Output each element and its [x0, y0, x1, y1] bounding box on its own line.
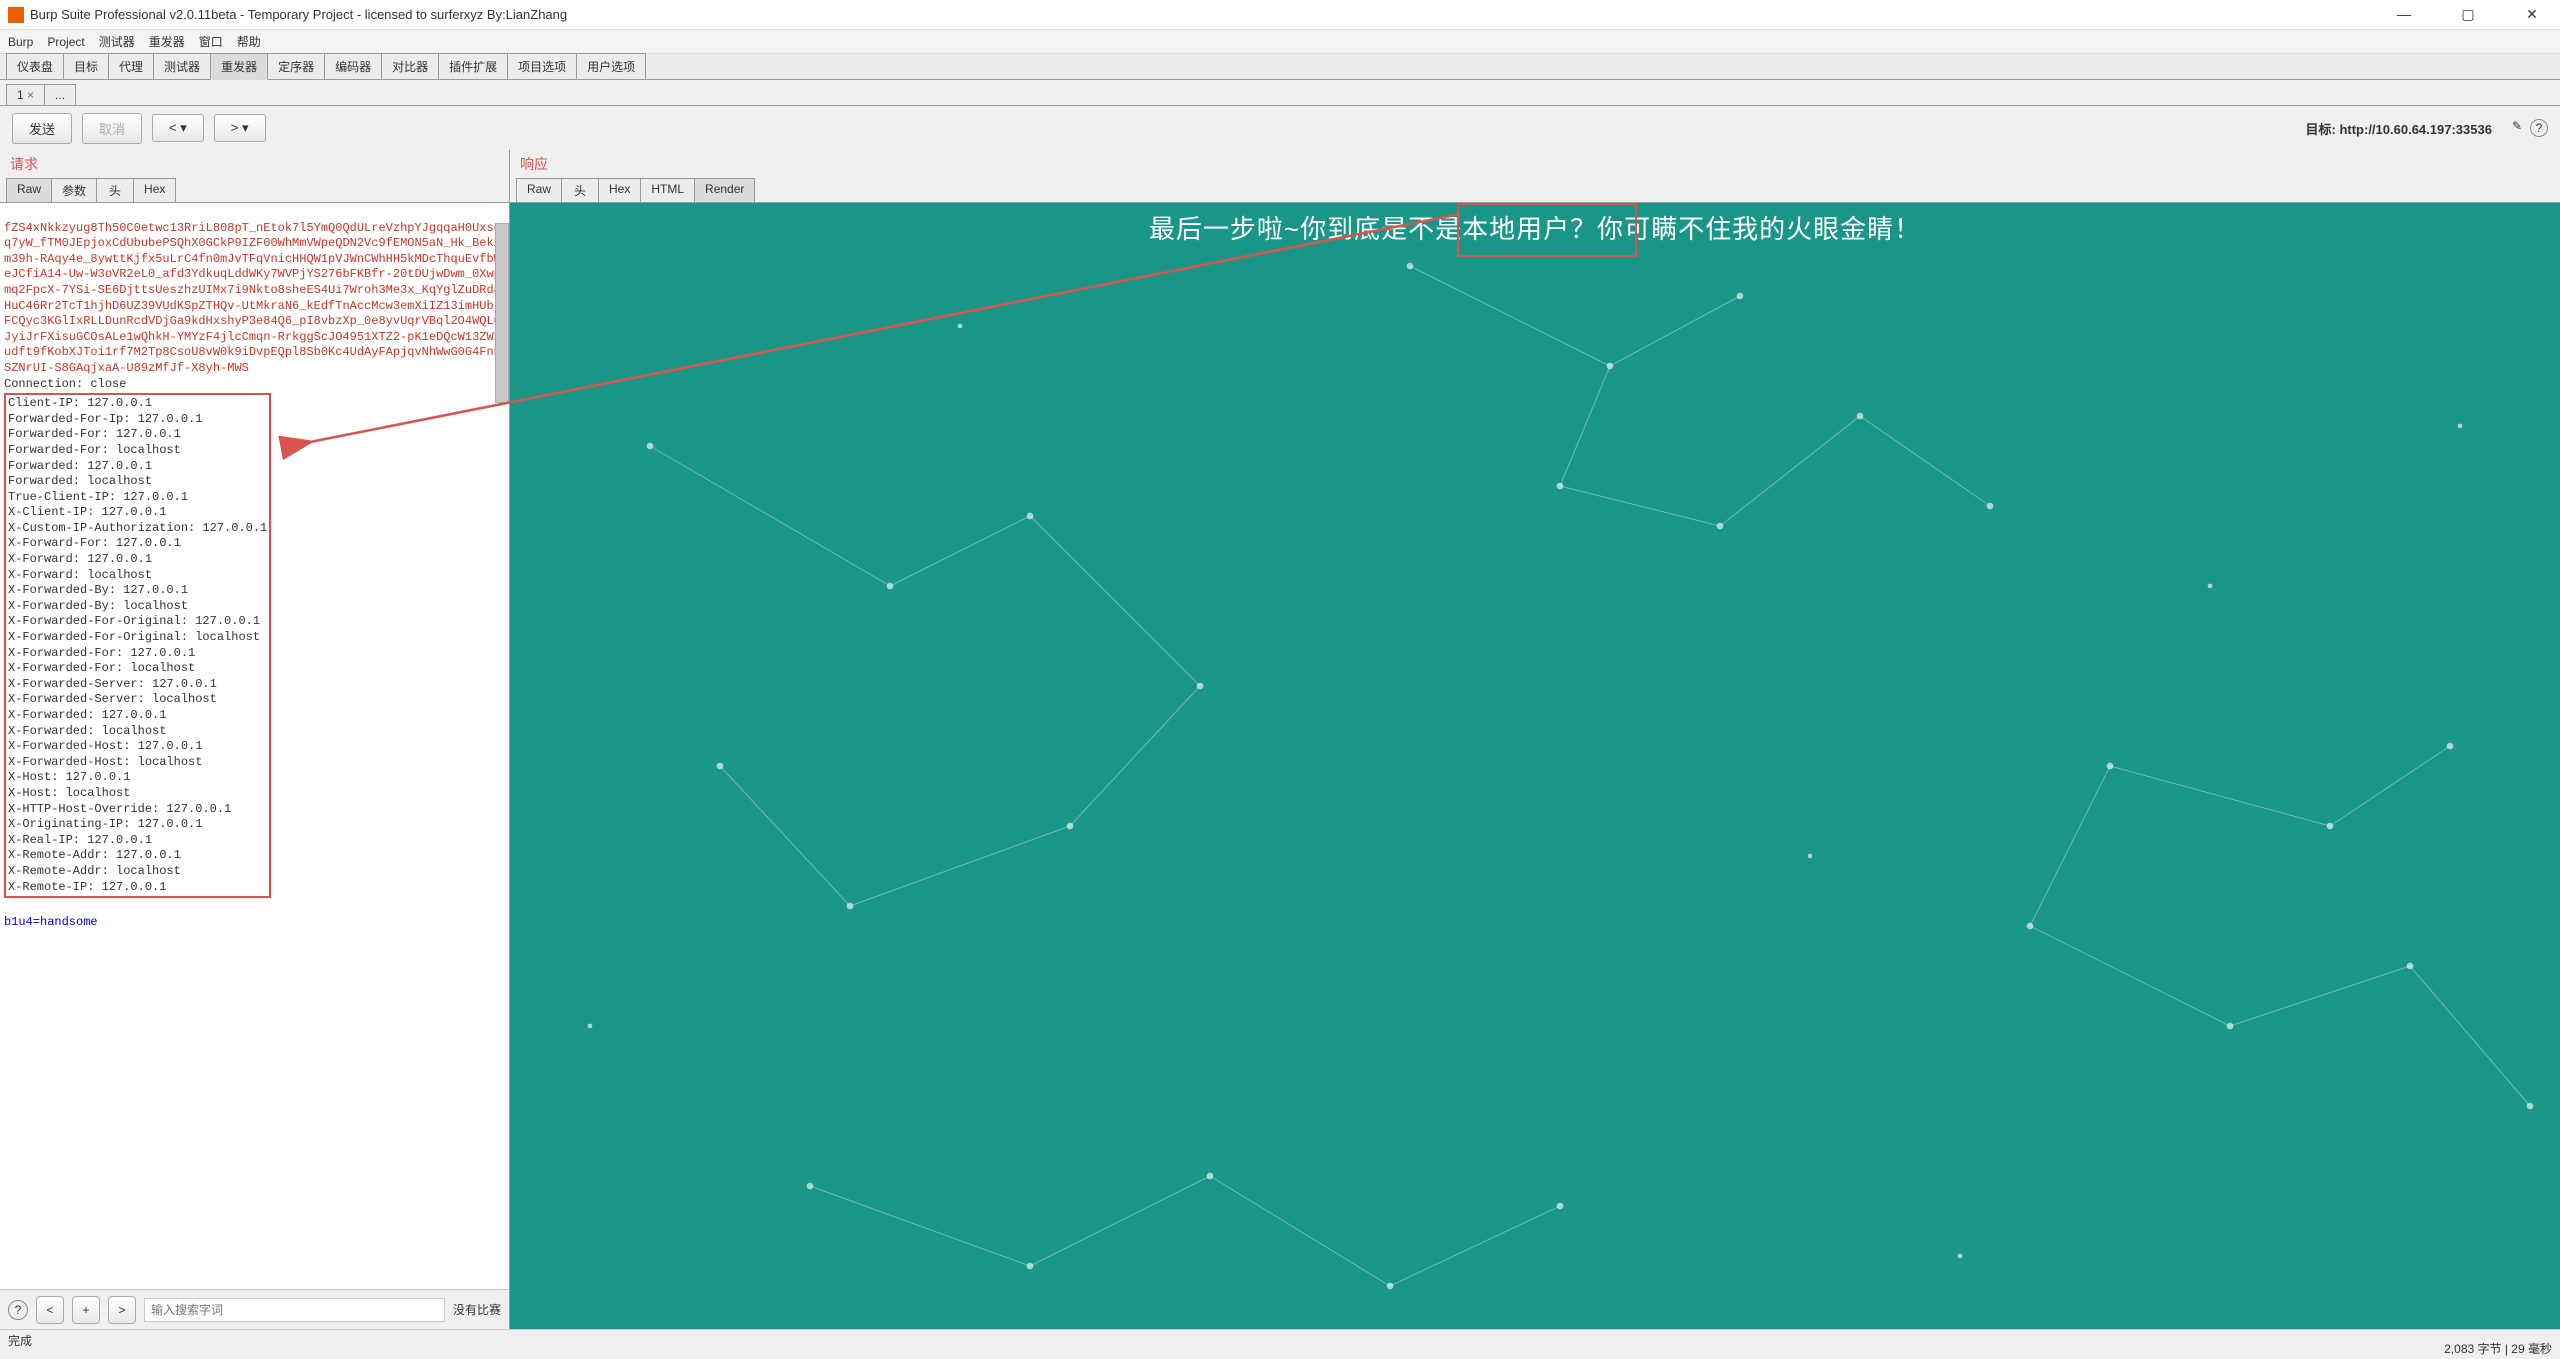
request-tab-Raw[interactable]: Raw: [6, 178, 52, 202]
response-tab-HTML[interactable]: HTML: [640, 178, 695, 202]
status-done: 完成: [8, 1332, 32, 1349]
close-button[interactable]: ✕: [2512, 6, 2552, 23]
edit-target-icon[interactable]: ✎: [2512, 119, 2522, 137]
request-panel: 请求 Raw参数头Hex fZS4xNkkzyug8Th50C0etwc13Rr…: [0, 150, 510, 1329]
response-tab-头[interactable]: 头: [561, 178, 599, 202]
target-label: 目标: http://10.60.64.197:33536: [2305, 119, 2491, 138]
scrollbar-thumb[interactable]: [495, 223, 509, 403]
cancel-button[interactable]: 取消: [82, 113, 142, 144]
connection-header: Connection: close: [4, 377, 126, 391]
request-tab-参数[interactable]: 参数: [51, 178, 97, 202]
request-view-tabs: Raw参数头Hex: [0, 178, 509, 203]
menu-Project[interactable]: Project: [47, 35, 84, 49]
request-title: 请求: [0, 150, 509, 178]
response-tab-Render[interactable]: Render: [694, 178, 755, 202]
minimize-button[interactable]: —: [2384, 6, 2424, 23]
response-view-tabs: Raw头HexHTMLRender: [510, 178, 2560, 203]
sub-tab-1[interactable]: ...: [44, 84, 76, 105]
search-input[interactable]: [144, 1298, 445, 1322]
menu-测试器[interactable]: 测试器: [99, 33, 135, 50]
response-panel: 响应 Raw头HexHTMLRender: [510, 150, 2560, 1329]
window-title: Burp Suite Professional v2.0.11beta - Te…: [30, 7, 2384, 22]
menu-窗口[interactable]: 窗口: [199, 33, 223, 50]
main-tabs: 仪表盘目标代理测试器重发器定序器编码器对比器插件扩展项目选项用户选项: [0, 54, 2560, 80]
help-icon[interactable]: ?: [2530, 119, 2548, 137]
main-tab-9[interactable]: 项目选项: [507, 53, 577, 79]
request-tab-头[interactable]: 头: [96, 178, 134, 202]
main-tab-2[interactable]: 代理: [108, 53, 154, 79]
app-icon: [8, 7, 24, 23]
menubar: Burp Project 测试器重发器窗口帮助: [0, 30, 2560, 54]
history-next-button[interactable]: > ▾: [214, 114, 266, 142]
response-tab-Hex[interactable]: Hex: [598, 178, 641, 202]
search-add-button[interactable]: +: [72, 1296, 100, 1324]
main-tab-6[interactable]: 编码器: [324, 53, 382, 79]
main-tab-4[interactable]: 重发器: [210, 53, 268, 80]
statusbar: 完成: [0, 1329, 2560, 1351]
request-cookie-block: fZS4xNkkzyug8Th50C0etwc13RriL808pT_nEtok…: [4, 221, 509, 375]
particles-background: [510, 203, 2560, 1329]
response-render-view: 最后一步啦~你到底是不是本地用户？你可瞒不住我的火眼金睛！: [510, 203, 2560, 1329]
search-help-icon[interactable]: ?: [8, 1300, 28, 1320]
main-tab-10[interactable]: 用户选项: [576, 53, 646, 79]
sub-tabs: 1 ×...: [0, 80, 2560, 106]
search-next-button[interactable]: >: [108, 1296, 136, 1324]
window-titlebar: Burp Suite Professional v2.0.11beta - Te…: [0, 0, 2560, 30]
menu-帮助[interactable]: 帮助: [237, 33, 261, 50]
spoof-headers-block: Client-IP: 127.0.0.1 Forwarded-For-Ip: 1…: [4, 393, 271, 898]
request-raw-editor[interactable]: fZS4xNkkzyug8Th50C0etwc13RriL808pT_nEtok…: [0, 203, 509, 1289]
main-tab-3[interactable]: 测试器: [153, 53, 211, 79]
menu-重发器[interactable]: 重发器: [149, 33, 185, 50]
main-tab-7[interactable]: 对比器: [381, 53, 439, 79]
history-prev-button[interactable]: < ▾: [152, 114, 204, 142]
main-tab-8[interactable]: 插件扩展: [438, 53, 508, 79]
main-tab-5[interactable]: 定序器: [267, 53, 325, 79]
request-body: b1u4=handsome: [4, 915, 98, 929]
search-no-match: 没有比赛: [453, 1301, 501, 1318]
response-title: 响应: [510, 150, 2560, 178]
response-tab-Raw[interactable]: Raw: [516, 178, 562, 202]
send-button[interactable]: 发送: [12, 113, 72, 144]
sub-tab-0[interactable]: 1 ×: [6, 84, 45, 105]
status-bytes: 2,083 字节 | 29 毫秒: [2444, 1340, 2552, 1357]
main-tab-0[interactable]: 仪表盘: [6, 53, 64, 79]
repeater-toolbar: 发送 取消 < ▾ > ▾ 目标: http://10.60.64.197:33…: [0, 106, 2560, 150]
main-tab-1[interactable]: 目标: [63, 53, 109, 79]
request-tab-Hex[interactable]: Hex: [133, 178, 176, 202]
menu-Burp[interactable]: Burp: [8, 35, 33, 49]
annotation-highlight-box: [1457, 203, 1637, 257]
request-search-bar: ? < + > 没有比赛: [0, 1289, 509, 1329]
maximize-button[interactable]: ▢: [2448, 6, 2488, 23]
search-prev-button[interactable]: <: [36, 1296, 64, 1324]
